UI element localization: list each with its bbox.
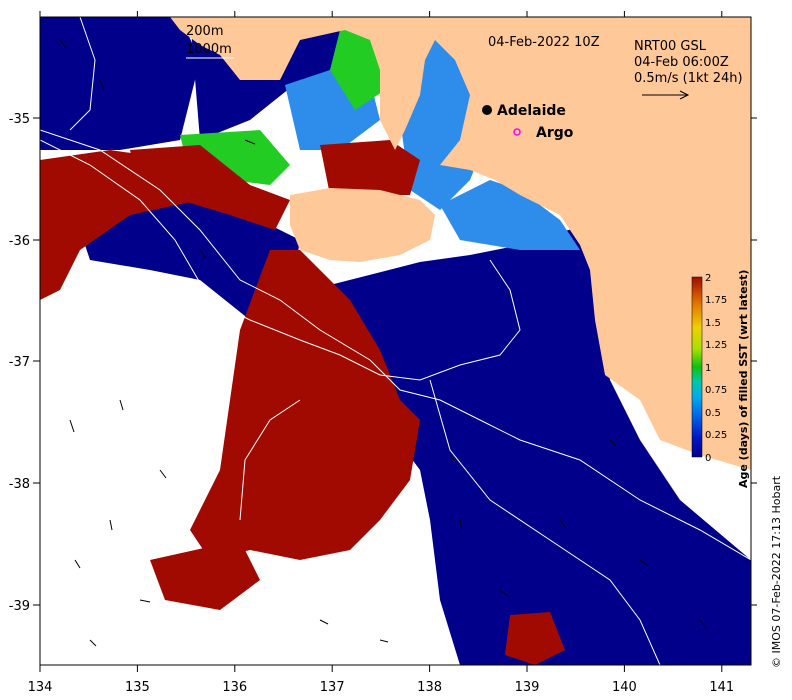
product-line-1: NRT00 GSL [634,39,707,54]
x-tick-140: 140 [612,680,637,695]
isobath-legend-1000m: 1000m [186,42,232,57]
product-line-2: 04-Feb 06:00Z [634,55,729,70]
colorbar-label-2: 2 [705,273,711,284]
y-tick-38: -38 [9,477,30,492]
sst-age-map: 200m 1000m 04-Feb-2022 10Z NRT00 GSL 04-… [9,11,783,695]
adelaide-marker [482,105,492,115]
colorbar-label-0.5: 0.5 [705,408,721,419]
colorbar-label-0.75: 0.75 [705,385,727,396]
map-plot-area: 200m 1000m 04-Feb-2022 10Z NRT00 GSL 04-… [40,17,751,665]
colorbar-label-0.25: 0.25 [705,430,727,441]
x-tick-141: 141 [709,680,734,695]
product-line-3: 0.5m/s (1kt 24h) [634,71,743,86]
x-tick-135: 135 [125,680,150,695]
y-tick-36: -36 [9,234,30,249]
colorbar-label-1.75: 1.75 [705,295,727,306]
colorbar-label-1.5: 1.5 [705,318,721,329]
sst-navy-northwest [40,17,200,150]
isobath-legend-200m: 200m [186,24,223,39]
x-tick-138: 138 [417,680,442,695]
x-tick-139: 139 [515,680,540,695]
colorbar-gradient [691,276,703,458]
colorbar-label-0: 0 [705,453,711,464]
y-tick-37: -37 [9,355,30,370]
y-tick-35: -35 [9,112,30,127]
colorbar-label-1.25: 1.25 [705,340,727,351]
x-tick-134: 134 [28,680,53,695]
y-tick-39: -39 [9,599,30,614]
argo-label: Argo [536,125,574,141]
imos-credit: © IMOS 07-Feb-2022 17:13 Hobart [770,475,783,668]
map-date-label: 04-Feb-2022 10Z [488,35,600,50]
x-tick-136: 136 [222,680,247,695]
colorbar-label-1: 1 [705,363,711,374]
adelaide-label: Adelaide [497,103,566,119]
colorbar-title: Age (days) of filled SST (wrt latest) [737,270,750,488]
x-tick-137: 137 [320,680,345,695]
